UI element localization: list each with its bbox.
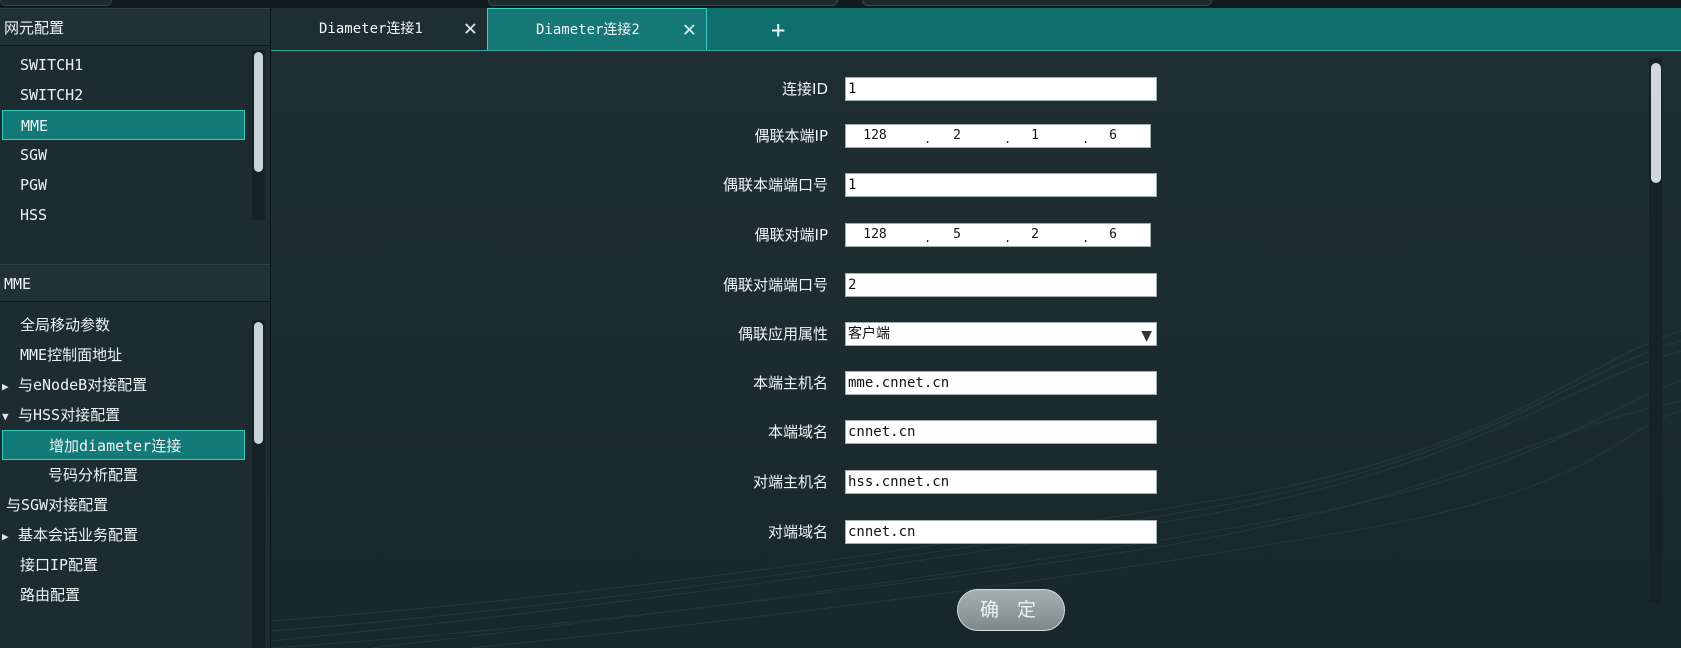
menu-global-mobility[interactable]: 全局移动参数 <box>20 310 110 340</box>
close-icon[interactable]: ✕ <box>464 8 477 50</box>
ip-dot: . <box>924 132 932 146</box>
local-ip-label: 偶联本端IP <box>754 127 828 145</box>
row-app-attr: 偶联应用属性 客户端 ▼ <box>271 320 1681 348</box>
local-port-label: 偶联本端端口号 <box>722 176 828 194</box>
ip-dot: . <box>924 231 932 245</box>
tab-label: Diameter连接1 <box>319 21 423 37</box>
menu-label: MME控制面地址 <box>20 346 123 364</box>
ip-octet[interactable]: 128 <box>860 227 890 242</box>
ne-scroll-thumb[interactable] <box>254 52 263 172</box>
menu-route-config[interactable]: 路由配置 <box>20 580 80 610</box>
row-peer-port: 偶联对端端口号 2 <box>271 271 1681 299</box>
menu-label: 与SGW对接配置 <box>6 496 109 514</box>
menu-add-diameter[interactable]: 增加diameter连接 <box>2 430 245 460</box>
peer-port-input[interactable]: 2 <box>845 273 1157 297</box>
menu-label: 号码分析配置 <box>48 466 139 484</box>
tab-label: Diameter连接2 <box>536 22 640 38</box>
ip-dot: . <box>1004 231 1012 245</box>
peer-ip-input[interactable]: 128 . 5 . 2 . 6 <box>845 223 1151 247</box>
row-local-port: 偶联本端端口号 1 <box>271 171 1681 199</box>
menu-mme-control-addr[interactable]: MME控制面地址 <box>20 340 122 370</box>
menu-number-analysis[interactable]: 号码分析配置 <box>48 460 138 490</box>
local-ip-input[interactable]: 128 . 2 . 1 . 6 <box>845 124 1151 148</box>
ne-item-sgw[interactable]: SGW <box>20 140 47 170</box>
ip-octet[interactable]: 2 <box>1020 227 1050 242</box>
row-local-domain: 本端域名 cnnet.cn <box>271 418 1681 446</box>
mme-section-header: MME <box>0 264 270 302</box>
peer-port-label: 偶联对端端口号 <box>722 276 828 294</box>
peer-host-label: 对端主机名 <box>752 473 828 491</box>
dropdown-arrow-icon[interactable]: ▼ <box>1141 325 1152 347</box>
peer-domain-label: 对端域名 <box>767 523 828 541</box>
ip-octet[interactable]: 6 <box>1098 227 1128 242</box>
ne-item-mme[interactable]: MME <box>2 110 245 140</box>
top-pill[interactable] <box>0 0 112 6</box>
tab-diameter-1[interactable]: Diameter连接1 ✕ <box>271 8 487 50</box>
tab-diameter-2[interactable]: Diameter连接2 ✕ <box>487 8 707 50</box>
ip-dot: . <box>1004 132 1012 146</box>
menu-label: 基本会话业务配置 <box>18 526 139 544</box>
menu-enodeb-config[interactable]: ▶ 与eNodeB对接配置 <box>2 370 147 400</box>
confirm-button[interactable]: 确 定 <box>957 589 1065 631</box>
menu-label: 与eNodeB对接配置 <box>18 376 148 394</box>
ne-item-switch1[interactable]: SWITCH1 <box>20 50 83 80</box>
ip-octet[interactable]: 2 <box>942 128 972 143</box>
menu-label: 接口IP配置 <box>20 556 99 574</box>
menu-hss-config[interactable]: ▼ 与HSS对接配置 <box>2 400 120 430</box>
ip-octet[interactable]: 5 <box>942 227 972 242</box>
expand-arrow-icon[interactable]: ▶ <box>2 372 18 402</box>
ip-octet[interactable]: 6 <box>1098 128 1128 143</box>
peer-domain-input[interactable]: cnnet.cn <box>845 520 1157 544</box>
row-peer-domain: 对端域名 cnnet.cn <box>271 518 1681 546</box>
ne-item-hss[interactable]: HSS <box>20 200 47 230</box>
row-local-ip: 偶联本端IP 128 . 2 . 1 . 6 <box>271 122 1681 150</box>
conn-id-label: 连接ID <box>782 80 828 98</box>
main-panel: Diameter连接1 ✕ Diameter连接2 ✕ + 连接ID 1 偶联本… <box>271 8 1681 648</box>
app-attr-label: 偶联应用属性 <box>737 325 828 343</box>
add-tab-icon[interactable]: + <box>771 8 785 50</box>
local-domain-input[interactable]: cnnet.cn <box>845 420 1157 444</box>
menu-interface-ip[interactable]: 接口IP配置 <box>20 550 98 580</box>
peer-ip-label: 偶联对端IP <box>754 226 828 244</box>
menu-sgw-config[interactable]: 与SGW对接配置 <box>6 490 108 520</box>
top-field[interactable] <box>488 0 838 6</box>
app-attr-select[interactable]: 客户端 ▼ <box>845 322 1157 346</box>
row-local-host: 本端主机名 mme.cnnet.cn <box>271 369 1681 397</box>
ip-octet[interactable]: 1 <box>1020 128 1050 143</box>
menu-label: 全局移动参数 <box>20 316 111 334</box>
expand-arrow-icon[interactable]: ▶ <box>2 522 18 552</box>
ne-item-pgw[interactable]: PGW <box>20 170 47 200</box>
tab-bar: Diameter连接1 ✕ Diameter连接2 ✕ + <box>271 8 1681 51</box>
app-attr-value: 客户端 <box>848 326 890 342</box>
row-conn-id: 连接ID 1 <box>271 75 1681 103</box>
ne-item-switch2[interactable]: SWITCH2 <box>20 80 83 110</box>
collapse-arrow-icon[interactable]: ▼ <box>2 402 18 432</box>
row-peer-ip: 偶联对端IP 128 . 5 . 2 . 6 <box>271 221 1681 249</box>
ip-dot: . <box>1082 132 1090 146</box>
content-scroll-thumb[interactable] <box>1651 63 1661 183</box>
ip-octet[interactable]: 128 <box>860 128 890 143</box>
conn-id-input[interactable]: 1 <box>845 77 1157 101</box>
close-icon[interactable]: ✕ <box>683 9 696 51</box>
menu-basic-session[interactable]: ▶ 基本会话业务配置 <box>2 520 138 550</box>
ne-list: SWITCH1 SWITCH2 MME SGW PGW HSS <box>0 46 270 256</box>
ip-dot: . <box>1082 231 1090 245</box>
menu-label: 路由配置 <box>20 586 81 604</box>
left-panel: 网元配置 SWITCH1 SWITCH2 MME SGW PGW HSS MME… <box>0 8 271 648</box>
menu-scroll-thumb[interactable] <box>254 322 263 444</box>
mme-menu: 全局移动参数 MME控制面地址 ▶ 与eNodeB对接配置 ▼ 与HSS对接配置 增… <box>0 302 270 648</box>
local-domain-label: 本端域名 <box>767 423 828 441</box>
local-host-input[interactable]: mme.cnnet.cn <box>845 371 1157 395</box>
menu-label: 增加diameter连接 <box>49 437 182 455</box>
top-strip <box>0 0 1681 8</box>
top-field[interactable] <box>862 0 1212 6</box>
local-host-label: 本端主机名 <box>752 374 828 392</box>
peer-host-input[interactable]: hss.cnnet.cn <box>845 470 1157 494</box>
row-peer-host: 对端主机名 hss.cnnet.cn <box>271 468 1681 496</box>
form-area: 连接ID 1 偶联本端IP 128 . 2 . 1 . 6 偶联本端端口号 1 … <box>271 51 1681 648</box>
local-port-input[interactable]: 1 <box>845 173 1157 197</box>
menu-label: 与HSS对接配置 <box>18 406 121 424</box>
ne-config-header: 网元配置 <box>0 8 270 46</box>
